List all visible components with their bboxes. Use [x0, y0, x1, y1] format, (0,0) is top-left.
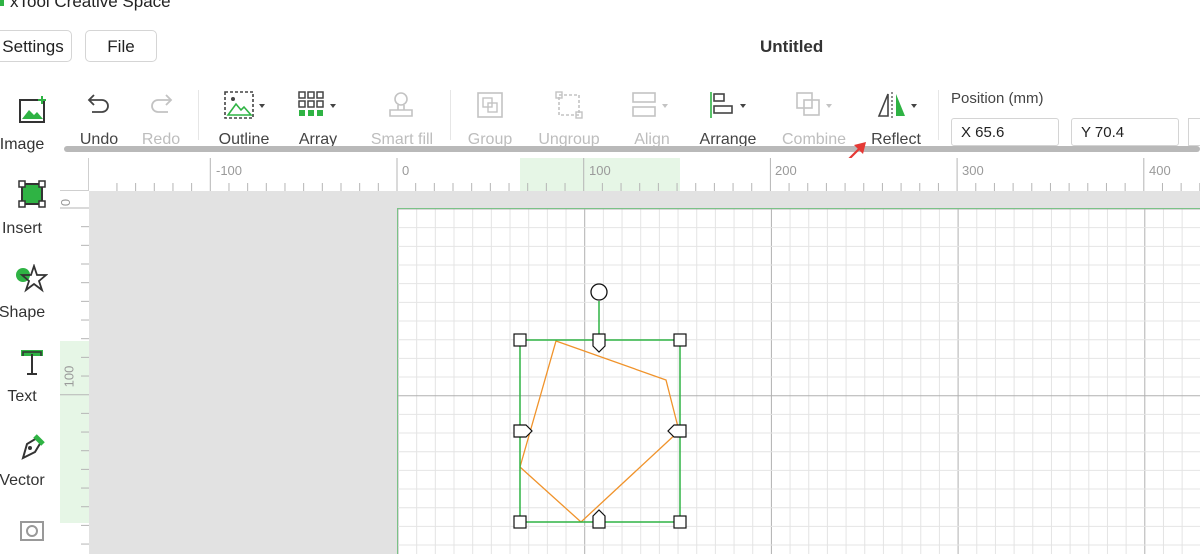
settings-menu-button[interactable]: Settings [0, 30, 72, 62]
ruler-top-label: -100 [216, 163, 243, 178]
outline-icon [224, 91, 265, 119]
ruler-corner [60, 158, 89, 191]
ruler-left-label: 100 [61, 365, 77, 388]
image-tool-label: Image [0, 136, 45, 153]
document-title: Untitled [760, 37, 824, 56]
insert-tool-label: Insert [1, 220, 42, 237]
insert-tool[interactable]: Insert [0, 180, 60, 237]
shape-icon [15, 263, 48, 293]
canvas-area[interactable] [89, 191, 1200, 554]
left-toolbar: Image Insert Shape Text Vector [0, 76, 61, 554]
polygon-shape[interactable] [519, 340, 680, 523]
app-logo [0, 0, 4, 6]
position-width-input[interactable] [1188, 118, 1200, 146]
position-y-input[interactable]: Y 70.4 [1071, 118, 1179, 146]
align-icon [632, 92, 668, 117]
resize-handle-top[interactable] [592, 333, 606, 353]
vector-tool-label: Vector [0, 472, 45, 489]
selection-layer [513, 283, 687, 529]
resize-handle-bottom[interactable] [592, 509, 606, 529]
pen-icon [20, 434, 45, 460]
file-menu-button[interactable]: File [85, 30, 157, 62]
ruler-left-label: 0 [58, 198, 74, 207]
ruler-left[interactable]: 0 100 [58, 191, 90, 554]
text-icon [20, 350, 43, 375]
position-label: Position (mm) [951, 90, 1044, 107]
resize-handle-bottom-left[interactable] [513, 515, 527, 529]
resize-handle-top-right[interactable] [673, 333, 687, 347]
ruler-top[interactable]: -100 0 100 200 300 400 [60, 158, 1200, 192]
text-tool-label: Text [7, 388, 37, 405]
ungroup-icon [555, 91, 583, 119]
toolbar-divider [938, 90, 939, 140]
ruler-top-label: 200 [775, 163, 797, 178]
toolbar-divider [450, 90, 451, 140]
redo-icon [151, 94, 173, 113]
insert-icon [17, 180, 46, 208]
group-icon [477, 92, 503, 118]
toolbar-scrollbar[interactable] [64, 146, 1200, 152]
array-icon [298, 91, 336, 116]
resize-handle-right[interactable] [667, 424, 687, 438]
resize-handle-top-left[interactable] [513, 333, 527, 347]
rotate-handle[interactable] [590, 283, 608, 301]
image-add-icon [18, 96, 46, 123]
image-tool[interactable]: Image [0, 96, 60, 153]
shape-tool[interactable]: Shape [0, 263, 60, 321]
camera-icon [19, 521, 44, 541]
selection-box [519, 339, 681, 523]
ruler-top-label: 400 [1149, 163, 1171, 178]
arrange-icon [710, 92, 746, 118]
position-x-input[interactable]: X 65.6 [951, 118, 1059, 146]
ruler-top-label: 0 [402, 163, 410, 178]
ruler-top-label: 100 [589, 163, 611, 178]
ruler-top-label: 300 [962, 163, 984, 178]
toolbar-divider [198, 90, 199, 140]
resize-handle-bottom-right[interactable] [673, 515, 687, 529]
shape-tool-label: Shape [0, 304, 46, 321]
reflect-icon [877, 92, 917, 118]
smart-fill-icon [389, 92, 413, 117]
camera-tool[interactable] [0, 516, 60, 551]
text-tool[interactable]: Text [0, 348, 60, 405]
app-title: xTool Creative Space [10, 0, 171, 11]
undo-icon [87, 94, 109, 113]
vector-tool[interactable]: Vector [0, 432, 60, 489]
combine-icon [796, 92, 832, 116]
